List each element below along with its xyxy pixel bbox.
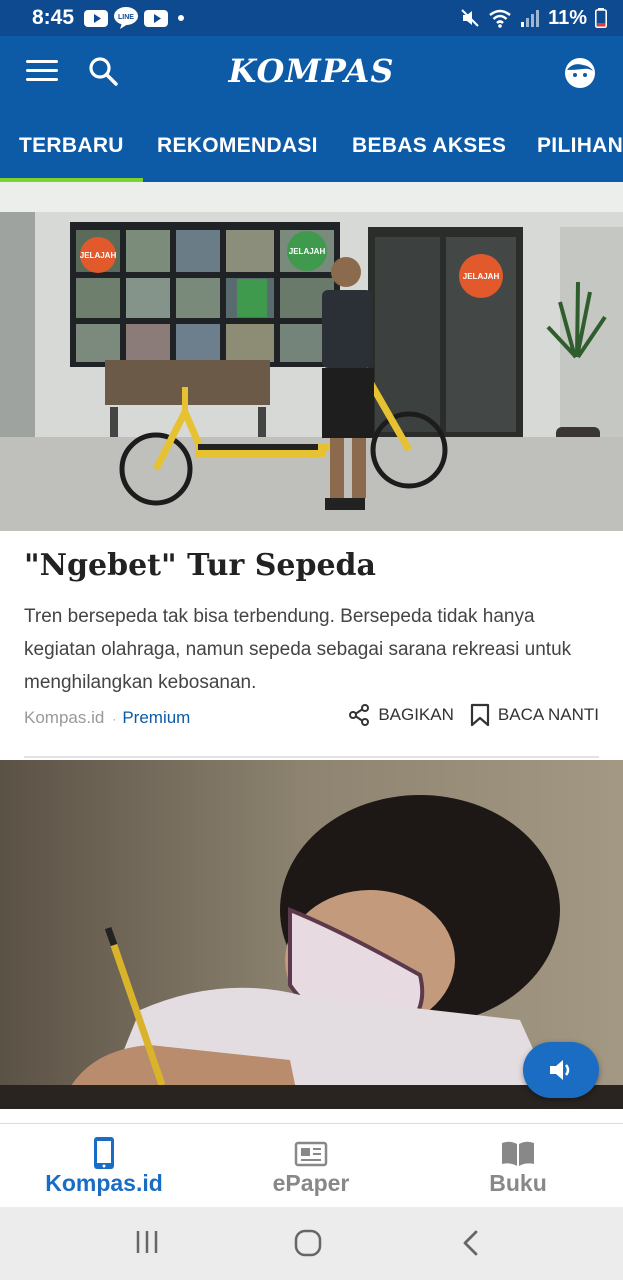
search-icon[interactable] xyxy=(86,54,120,88)
profile-icon[interactable] xyxy=(563,56,597,90)
read-later-label: BACA NANTI xyxy=(497,705,599,724)
nav-label: ePaper xyxy=(272,1170,350,1196)
battery-icon xyxy=(595,8,607,28)
speaker-icon xyxy=(550,1060,570,1080)
notification-icons: LINE xyxy=(84,7,188,29)
audio-play-button[interactable] xyxy=(523,1042,599,1098)
bookmark-icon xyxy=(470,703,490,727)
recents-icon[interactable] xyxy=(134,1229,160,1255)
dot-icon xyxy=(178,15,185,21)
share-button[interactable]: BAGIKAN xyxy=(348,704,454,726)
book-icon xyxy=(502,1141,534,1166)
mute-icon xyxy=(461,9,479,27)
back-icon[interactable] xyxy=(459,1229,483,1257)
app-header: KOMPAS xyxy=(0,36,623,110)
home-icon[interactable] xyxy=(294,1229,322,1257)
jelajah-sign: JELAJAH xyxy=(80,251,117,260)
bottom-navigation: Kompas.id ePaper Buku xyxy=(0,1123,623,1207)
man-with-yellow-cargo-bike-photo: JELAJAH JELAJAH JELAJAH xyxy=(0,182,623,531)
article-source: Kompas.id xyxy=(24,708,105,727)
svg-text:LINE: LINE xyxy=(118,14,134,21)
hamburger-menu-button[interactable] xyxy=(26,60,58,84)
signal-icon xyxy=(521,10,540,27)
youtube-icon xyxy=(84,9,109,27)
youtube-icon xyxy=(144,9,169,27)
nav-label: Kompas.id xyxy=(45,1170,163,1196)
meta-separator: · xyxy=(112,712,117,726)
status-bar: 8:45 LINE 11% xyxy=(0,0,623,36)
nav-kompas-id[interactable]: Kompas.id xyxy=(14,1124,194,1208)
share-label: BAGIKAN xyxy=(378,705,454,724)
system-navigation-bar xyxy=(0,1207,623,1280)
tab-pilihan[interactable]: PILIHAN xyxy=(537,110,623,182)
article-meta: Kompas.id · Premium xyxy=(24,708,190,728)
nav-epaper[interactable]: ePaper xyxy=(221,1124,401,1208)
article-1-image[interactable]: JELAJAH JELAJAH JELAJAH xyxy=(0,182,623,531)
article-description[interactable]: Tren bersepeda tak bisa terbendung. Bers… xyxy=(24,600,604,699)
article-title[interactable]: "Ngebet" Tur Sepeda xyxy=(24,548,376,583)
premium-badge: Premium xyxy=(122,708,191,727)
battery-percent: 11% xyxy=(548,6,587,29)
phone-icon xyxy=(94,1137,114,1169)
jelajah-sign: JELAJAH xyxy=(289,247,326,256)
tab-bebas-akses[interactable]: BEBAS AKSES xyxy=(352,110,506,182)
wifi-icon xyxy=(489,9,511,28)
jelajah-sign: JELAJAH xyxy=(463,272,500,281)
category-tabs: TERBARU REKOMENDASI BEBAS AKSES PILIHAN xyxy=(0,110,623,182)
nav-label: Buku xyxy=(489,1170,547,1196)
nav-buku[interactable]: Buku xyxy=(428,1124,608,1208)
newspaper-icon xyxy=(294,1141,328,1167)
share-icon xyxy=(349,704,370,726)
tab-rekomendasi[interactable]: REKOMENDASI xyxy=(157,110,318,182)
status-time: 8:45 xyxy=(32,6,75,29)
line-icon: LINE xyxy=(114,7,139,29)
article-actions: BAGIKAN BACA NANTI xyxy=(348,703,599,727)
tab-terbaru[interactable]: TERBARU xyxy=(0,110,143,182)
article-divider xyxy=(24,756,599,758)
read-later-button[interactable]: BACA NANTI xyxy=(470,703,599,727)
